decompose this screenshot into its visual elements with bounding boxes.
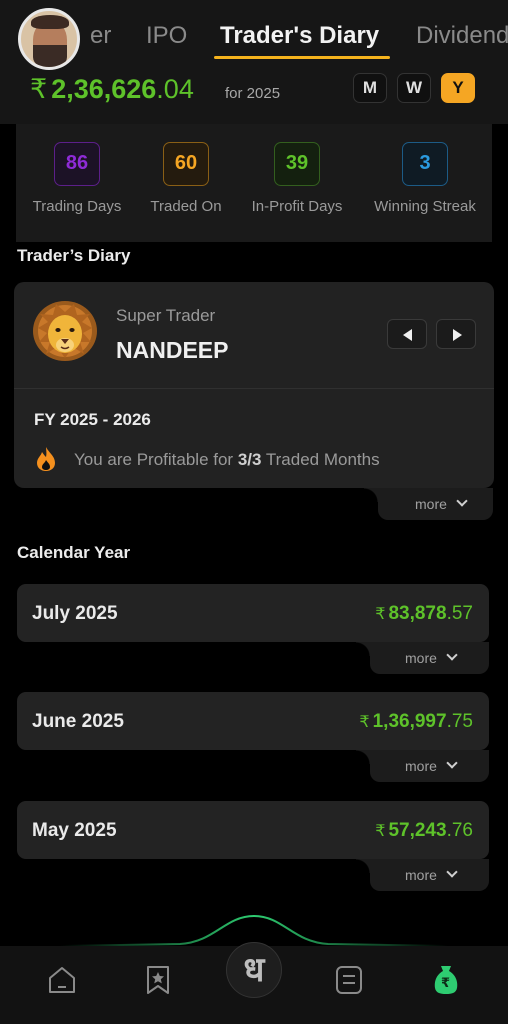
- profit-suffix: Traded Months: [261, 450, 380, 469]
- currency-symbol: ₹: [30, 74, 48, 104]
- stat-value: 39: [274, 142, 320, 186]
- avatar[interactable]: [18, 8, 80, 70]
- june-more-button[interactable]: more: [356, 750, 489, 782]
- more-label: more: [405, 867, 437, 883]
- month-row-june[interactable]: June 2025 ₹1,36,997.75: [17, 692, 489, 750]
- total-pnl-decimal: .04: [156, 74, 194, 104]
- diary-more-button[interactable]: more: [364, 488, 493, 520]
- tab-ipo[interactable]: IPO: [146, 22, 187, 50]
- avatar-hair: [31, 15, 69, 29]
- stat-label: In-Profit Days: [251, 198, 343, 215]
- currency-symbol: ₹: [375, 606, 386, 623]
- tab-partial-left[interactable]: er: [90, 22, 111, 50]
- bottom-navigation: ध ₹: [0, 942, 508, 1024]
- stat-label: Winning Streak: [374, 198, 476, 215]
- chevron-down-icon: [446, 866, 458, 878]
- app-header: er IPO Trader's Diary Dividend ₹2,36,626…: [0, 0, 508, 124]
- period-year-button[interactable]: Y: [441, 73, 475, 103]
- chevron-down-icon: [456, 495, 468, 507]
- month-name: May 2025: [32, 820, 117, 841]
- currency-symbol: ₹: [375, 823, 386, 840]
- stat-traded-on: 60 Traded On: [138, 142, 234, 215]
- card-divider: [14, 388, 494, 389]
- month-pnl-whole: 1,36,997: [372, 711, 447, 732]
- pnl-period-label: for 2025: [225, 85, 281, 102]
- stat-winning-streak: 3 Winning Streak: [360, 142, 490, 215]
- currency-symbol: ₹: [359, 714, 370, 731]
- profit-prefix: You are Profitable for: [74, 450, 238, 469]
- active-tab-indicator: [214, 56, 390, 59]
- month-name: July 2025: [32, 603, 118, 624]
- section-title-calendar-year: Calendar Year: [17, 543, 131, 562]
- month-pnl: ₹57,243.76: [375, 820, 473, 842]
- july-more-button[interactable]: more: [356, 642, 489, 674]
- stats-panel: 86 Trading Days 60 Traded On 39 In-Profi…: [16, 124, 492, 242]
- tab-dividend[interactable]: Dividend: [416, 22, 508, 50]
- rank-label: Super Trader: [116, 306, 216, 325]
- next-button[interactable]: [436, 319, 476, 349]
- fire-icon: [37, 447, 55, 471]
- lion-badge-icon: [33, 301, 97, 361]
- month-pnl: ₹83,878.57: [375, 603, 473, 625]
- total-pnl-whole: 2,36,626: [51, 74, 157, 104]
- logo-button[interactable]: ध: [226, 942, 282, 998]
- stat-label: Traded On: [150, 198, 222, 215]
- stat-label: Trading Days: [32, 198, 122, 215]
- stat-trading-days: 86 Trading Days: [16, 142, 138, 215]
- month-pnl-decimal: .75: [446, 711, 473, 732]
- period-month-button[interactable]: M: [353, 73, 387, 103]
- chevron-down-icon: [446, 757, 458, 769]
- may-more-button[interactable]: more: [356, 859, 489, 891]
- month-pnl-decimal: .57: [446, 603, 473, 624]
- list-icon[interactable]: [334, 964, 364, 996]
- month-name: June 2025: [32, 711, 124, 732]
- month-pnl-whole: 83,878: [388, 603, 447, 624]
- financial-year: FY 2025 - 2026: [34, 410, 151, 429]
- bookmark-star-icon[interactable]: [144, 964, 172, 996]
- stat-value: 3: [402, 142, 448, 186]
- previous-button[interactable]: [387, 319, 427, 349]
- wallet-currency-glyph: ₹: [441, 975, 451, 990]
- month-pnl-whole: 57,243: [388, 820, 447, 841]
- stat-value: 86: [54, 142, 100, 186]
- profitable-months-text: You are Profitable for 3/3 Traded Months: [74, 450, 380, 470]
- home-icon[interactable]: [46, 964, 78, 996]
- chevron-down-icon: [446, 649, 458, 661]
- profit-count: 3/3: [237, 450, 262, 469]
- traders-diary-card: Super Trader NANDEEP FY 2025 - 2026 You …: [14, 282, 494, 488]
- more-label: more: [405, 650, 437, 666]
- avatar-beard: [33, 45, 67, 67]
- stat-in-profit-days: 39 In-Profit Days: [234, 142, 360, 215]
- trader-name: NANDEEP: [116, 337, 229, 363]
- month-pnl-decimal: .76: [446, 820, 473, 841]
- stat-value: 60: [163, 142, 209, 186]
- more-label: more: [415, 496, 447, 512]
- total-pnl: ₹2,36,626.04: [30, 74, 194, 105]
- tab-traders-diary[interactable]: Trader's Diary: [220, 22, 379, 50]
- month-row-may[interactable]: May 2025 ₹57,243.76: [17, 801, 489, 859]
- period-week-button[interactable]: W: [397, 73, 431, 103]
- month-pnl: ₹1,36,997.75: [359, 711, 473, 733]
- more-label: more: [405, 758, 437, 774]
- month-row-july[interactable]: July 2025 ₹83,878.57: [17, 584, 489, 642]
- section-title-traders-diary: Trader’s Diary: [17, 246, 131, 265]
